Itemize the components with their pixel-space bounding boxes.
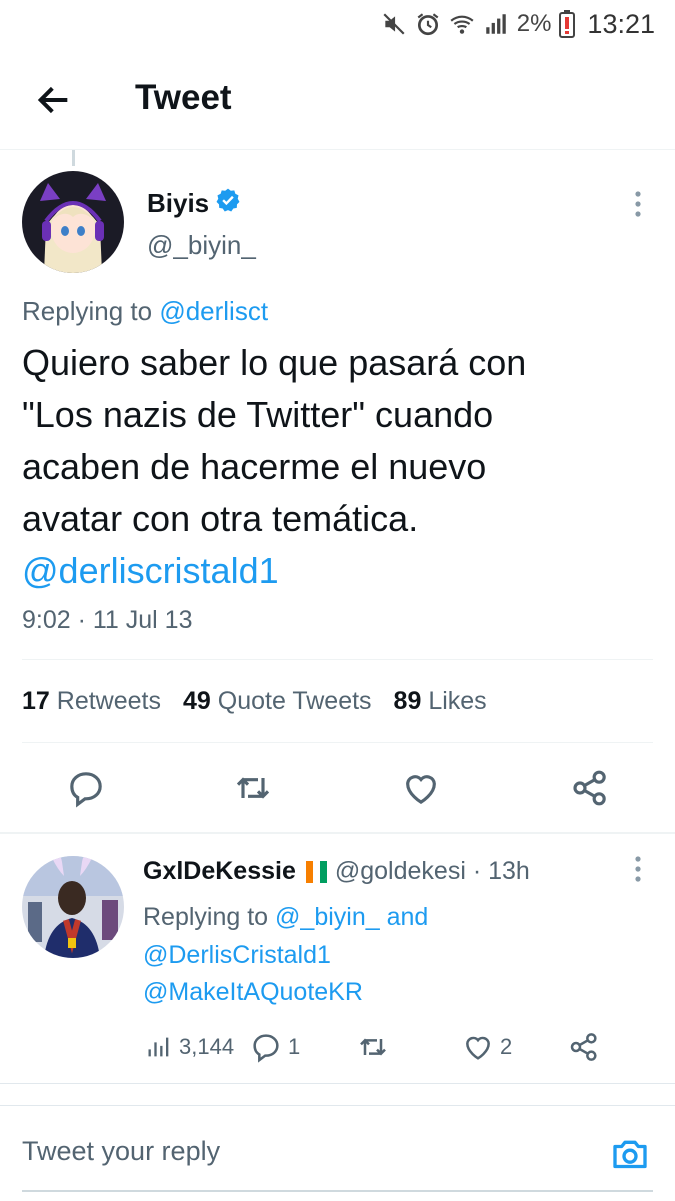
reply-icon	[253, 1034, 279, 1063]
reply-replying-user2-link[interactable]: @DerlisCristald1	[143, 941, 331, 969]
retweets-stat[interactable]: 17 Retweets	[22, 687, 161, 716]
top-bar: Tweet	[0, 48, 675, 150]
reply-retweet-button[interactable]	[357, 1030, 389, 1064]
retweet-icon	[360, 1038, 386, 1056]
like-button[interactable]	[401, 768, 441, 808]
quotes-label: Quote Tweets	[217, 687, 372, 715]
author-handle: @_biyin_	[147, 230, 256, 260]
reply-like-button[interactable]: 2	[462, 1030, 512, 1064]
tweet-stats: 17 Retweets 49 Quote Tweets 89 Likes	[22, 687, 487, 716]
reply-more-options-button[interactable]	[628, 855, 648, 885]
more-vertical-icon	[635, 856, 641, 882]
tweet-mention-link[interactable]: @derliscristald1	[22, 550, 279, 591]
reply-input[interactable]: Tweet your reply	[22, 1136, 220, 1167]
quotes-count: 49	[182, 687, 211, 715]
share-icon	[573, 770, 606, 806]
author-name: Biyis	[147, 188, 210, 218]
share-icon	[570, 1033, 597, 1061]
battery-percent: 2%	[516, 10, 552, 37]
replying-prefix: Replying to	[22, 296, 153, 326]
verified-badge-icon	[215, 187, 241, 220]
back-arrow-icon	[37, 86, 68, 114]
divider	[22, 659, 653, 660]
tweet-text: Quiero saber lo que pasará con "Los nazi…	[22, 342, 527, 539]
divider	[0, 1083, 675, 1084]
more-options-button[interactable]	[628, 190, 648, 220]
retweets-count: 17	[22, 687, 50, 715]
likes-label: Likes	[428, 687, 487, 715]
share-button[interactable]	[570, 768, 610, 808]
ivory-coast-flag-icon	[305, 860, 327, 883]
clock: 13:21	[587, 8, 655, 39]
reply-header[interactable]: GxlDeKessie @goldekesi · 13h	[143, 857, 530, 886]
tweet-timestamp[interactable]: 9:02 · 11 Jul 13	[22, 606, 192, 635]
reply-handle-time: @goldekesi · 13h	[334, 857, 530, 885]
quotes-stat[interactable]: 49 Quote Tweets	[183, 687, 372, 716]
author-info[interactable]: Biyis @_biyin_	[147, 187, 256, 261]
reply-replying-prefix: Replying to	[143, 903, 269, 931]
likes-stat[interactable]: 89 Likes	[394, 687, 487, 716]
wifi-icon	[449, 11, 475, 37]
tweet-body: Quiero saber lo que pasará con "Los nazi…	[22, 337, 652, 597]
reply-composer: Tweet your reply	[0, 1105, 675, 1201]
back-button[interactable]	[34, 80, 74, 120]
author-avatar[interactable]	[22, 171, 124, 273]
reply-author-avatar[interactable]	[22, 856, 124, 958]
reply-replying-to: Replying to @_biyin_ and @DerlisCristald…	[143, 898, 428, 974]
thread-connector	[72, 150, 75, 166]
reply-mention-link[interactable]: @MakeItAQuoteKR	[143, 978, 363, 1007]
views-count: 3,144	[179, 1034, 235, 1059]
replying-to: Replying to @derlisct	[22, 296, 268, 327]
reply-reply-button[interactable]: 1	[250, 1030, 300, 1064]
composer-underline	[22, 1190, 653, 1192]
alarm-icon	[415, 11, 441, 37]
heart-icon	[406, 775, 436, 805]
page-title: Tweet	[135, 78, 232, 117]
signal-icon	[483, 11, 509, 37]
views-chart-icon	[148, 1037, 169, 1057]
replying-to-link[interactable]: @derlisct	[159, 296, 268, 326]
likes-count: 89	[393, 687, 422, 715]
camera-button[interactable]	[610, 1134, 650, 1174]
divider	[22, 742, 653, 743]
views-button[interactable]: 3,144	[145, 1030, 234, 1064]
mute-icon	[381, 11, 407, 37]
reply-likes-count: 2	[500, 1034, 513, 1059]
reply-icon	[70, 772, 102, 808]
section-divider	[0, 832, 675, 834]
retweet-icon	[236, 777, 270, 799]
heart-icon	[466, 1036, 490, 1060]
status-bar: 2% 13:21	[0, 0, 675, 48]
camera-icon	[613, 1140, 647, 1169]
reply-button[interactable]	[66, 768, 106, 808]
reply-share-button[interactable]	[568, 1030, 600, 1064]
reply-replying-user-link[interactable]: @_biyin_ and	[275, 903, 428, 931]
retweets-label: Retweets	[56, 687, 161, 715]
battery-low-icon	[559, 10, 576, 38]
reply-author-name: GxlDeKessie	[143, 857, 296, 885]
retweet-button[interactable]	[233, 768, 273, 808]
more-vertical-icon	[635, 191, 641, 217]
reply-replies-count: 1	[288, 1034, 301, 1059]
